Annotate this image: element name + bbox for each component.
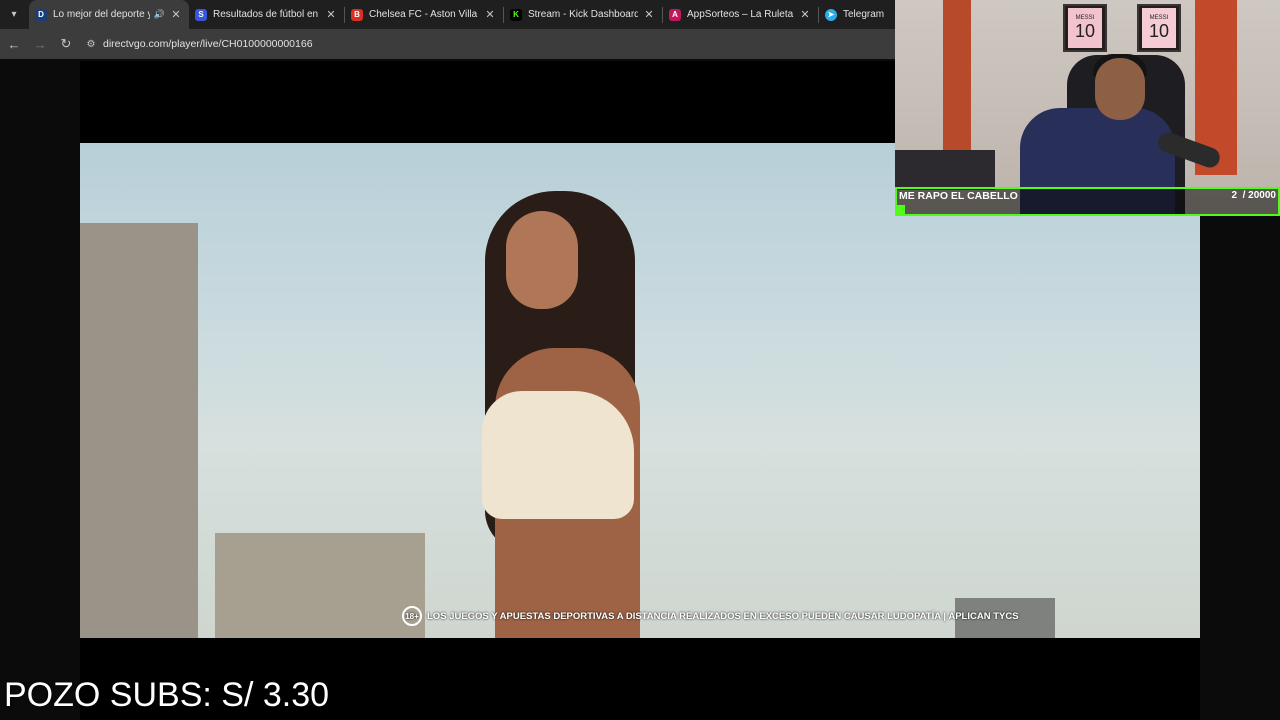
site-settings-icon[interactable]: ⚙ bbox=[84, 37, 98, 51]
tab-title: Chelsea FC - Aston Villa Cuotas bbox=[369, 9, 479, 20]
disclaimer-text: LOS JUEGOS Y APUESTAS DEPORTIVAS A DISTA… bbox=[427, 610, 1019, 622]
age-18-icon: 18+ bbox=[402, 606, 422, 626]
jersey-frame-right: MESSI 10 bbox=[1137, 4, 1181, 52]
webcam-overlay: MESSI 10 MESSI 10 ME RAPO EL CABELLO 2 /… bbox=[895, 0, 1280, 216]
back-arrow-icon[interactable]: ← bbox=[2, 32, 26, 56]
tab-directvgo[interactable]: D Lo mejor del deporte y el e 🔊 ✕ bbox=[29, 0, 189, 29]
directvgo-icon: D bbox=[35, 8, 47, 21]
pozo-subs-text: POZO SUBS: S/ 3.30 bbox=[4, 676, 330, 714]
close-icon[interactable]: ✕ bbox=[483, 8, 497, 22]
desk-items bbox=[895, 150, 995, 190]
sub-goal-current: 2 bbox=[1231, 190, 1238, 201]
video-frame[interactable]: 18+ LOS JUEGOS Y APUESTAS DEPORTIVAS A D… bbox=[80, 143, 1200, 638]
sub-goal-progress bbox=[897, 205, 905, 214]
tab-title: Telegram Web bbox=[843, 9, 885, 20]
tab-search-icon[interactable]: ▾ bbox=[3, 4, 25, 26]
streamer-head bbox=[1095, 58, 1145, 120]
jersey-frame-left: MESSI 10 bbox=[1063, 4, 1107, 52]
forward-arrow-icon[interactable]: → bbox=[28, 32, 52, 56]
reload-icon[interactable]: ↻ bbox=[54, 32, 78, 56]
audio-playing-icon[interactable]: 🔊 bbox=[154, 9, 165, 20]
stream-screen: ▾ D Lo mejor del deporte y el e 🔊 ✕ S Re… bbox=[0, 0, 1280, 720]
tab-appsorteos[interactable]: A AppSorteos – La Ruleta de la Su ✕ bbox=[663, 0, 818, 29]
address-bar[interactable]: ⚙ directvgo.com/player/live/CH0100000000… bbox=[84, 33, 895, 55]
browser-tab-bar: ▾ D Lo mejor del deporte y el e 🔊 ✕ S Re… bbox=[0, 0, 895, 29]
building-left bbox=[80, 223, 198, 638]
tab-title: Lo mejor del deporte y el e bbox=[53, 9, 150, 20]
close-icon[interactable]: ✕ bbox=[324, 8, 338, 22]
tab-title: AppSorteos – La Ruleta de la Su bbox=[687, 9, 794, 20]
sub-goal-count: 2 / 20000 bbox=[1232, 190, 1277, 201]
tab-resultados[interactable]: S Resultados de fútbol en directo ✕ bbox=[189, 0, 344, 29]
building-bottom bbox=[215, 533, 425, 638]
jersey-number: 10 bbox=[1148, 20, 1170, 41]
tab-title: Resultados de fútbol en directo bbox=[213, 9, 320, 20]
telegram-icon: ➤ bbox=[825, 8, 837, 21]
close-icon[interactable]: ✕ bbox=[169, 8, 183, 22]
jersey-number: 10 bbox=[1074, 20, 1096, 41]
gambling-disclaimer: 18+ LOS JUEGOS Y APUESTAS DEPORTIVAS A D… bbox=[402, 606, 1019, 626]
close-icon[interactable]: ✕ bbox=[642, 8, 656, 22]
betting-icon: B bbox=[351, 8, 363, 21]
tab-kick-dashboard[interactable]: K Stream - Kick Dashboard ✕ bbox=[504, 0, 662, 29]
tab-chelsea[interactable]: B Chelsea FC - Aston Villa Cuotas ✕ bbox=[345, 0, 503, 29]
kick-icon: K bbox=[510, 8, 522, 21]
woman-face bbox=[506, 211, 578, 309]
appsorteos-icon: A bbox=[669, 8, 681, 21]
sub-goal-title: ME RAPO EL CABELLO bbox=[899, 190, 1018, 202]
tab-telegram[interactable]: ➤ Telegram Web bbox=[819, 0, 891, 29]
sub-goal-bar: ME RAPO EL CABELLO 2 / 20000 bbox=[895, 187, 1280, 216]
tab-title: Stream - Kick Dashboard bbox=[528, 9, 638, 20]
woman-top bbox=[482, 391, 634, 519]
close-icon[interactable]: ✕ bbox=[798, 8, 812, 22]
sub-goal-target: / 20000 bbox=[1242, 190, 1276, 201]
browser-toolbar: ← → ↻ ⚙ directvgo.com/player/live/CH0100… bbox=[0, 29, 895, 59]
sofascore-icon: S bbox=[195, 8, 207, 21]
url-text: directvgo.com/player/live/CH010000000016… bbox=[103, 38, 313, 50]
